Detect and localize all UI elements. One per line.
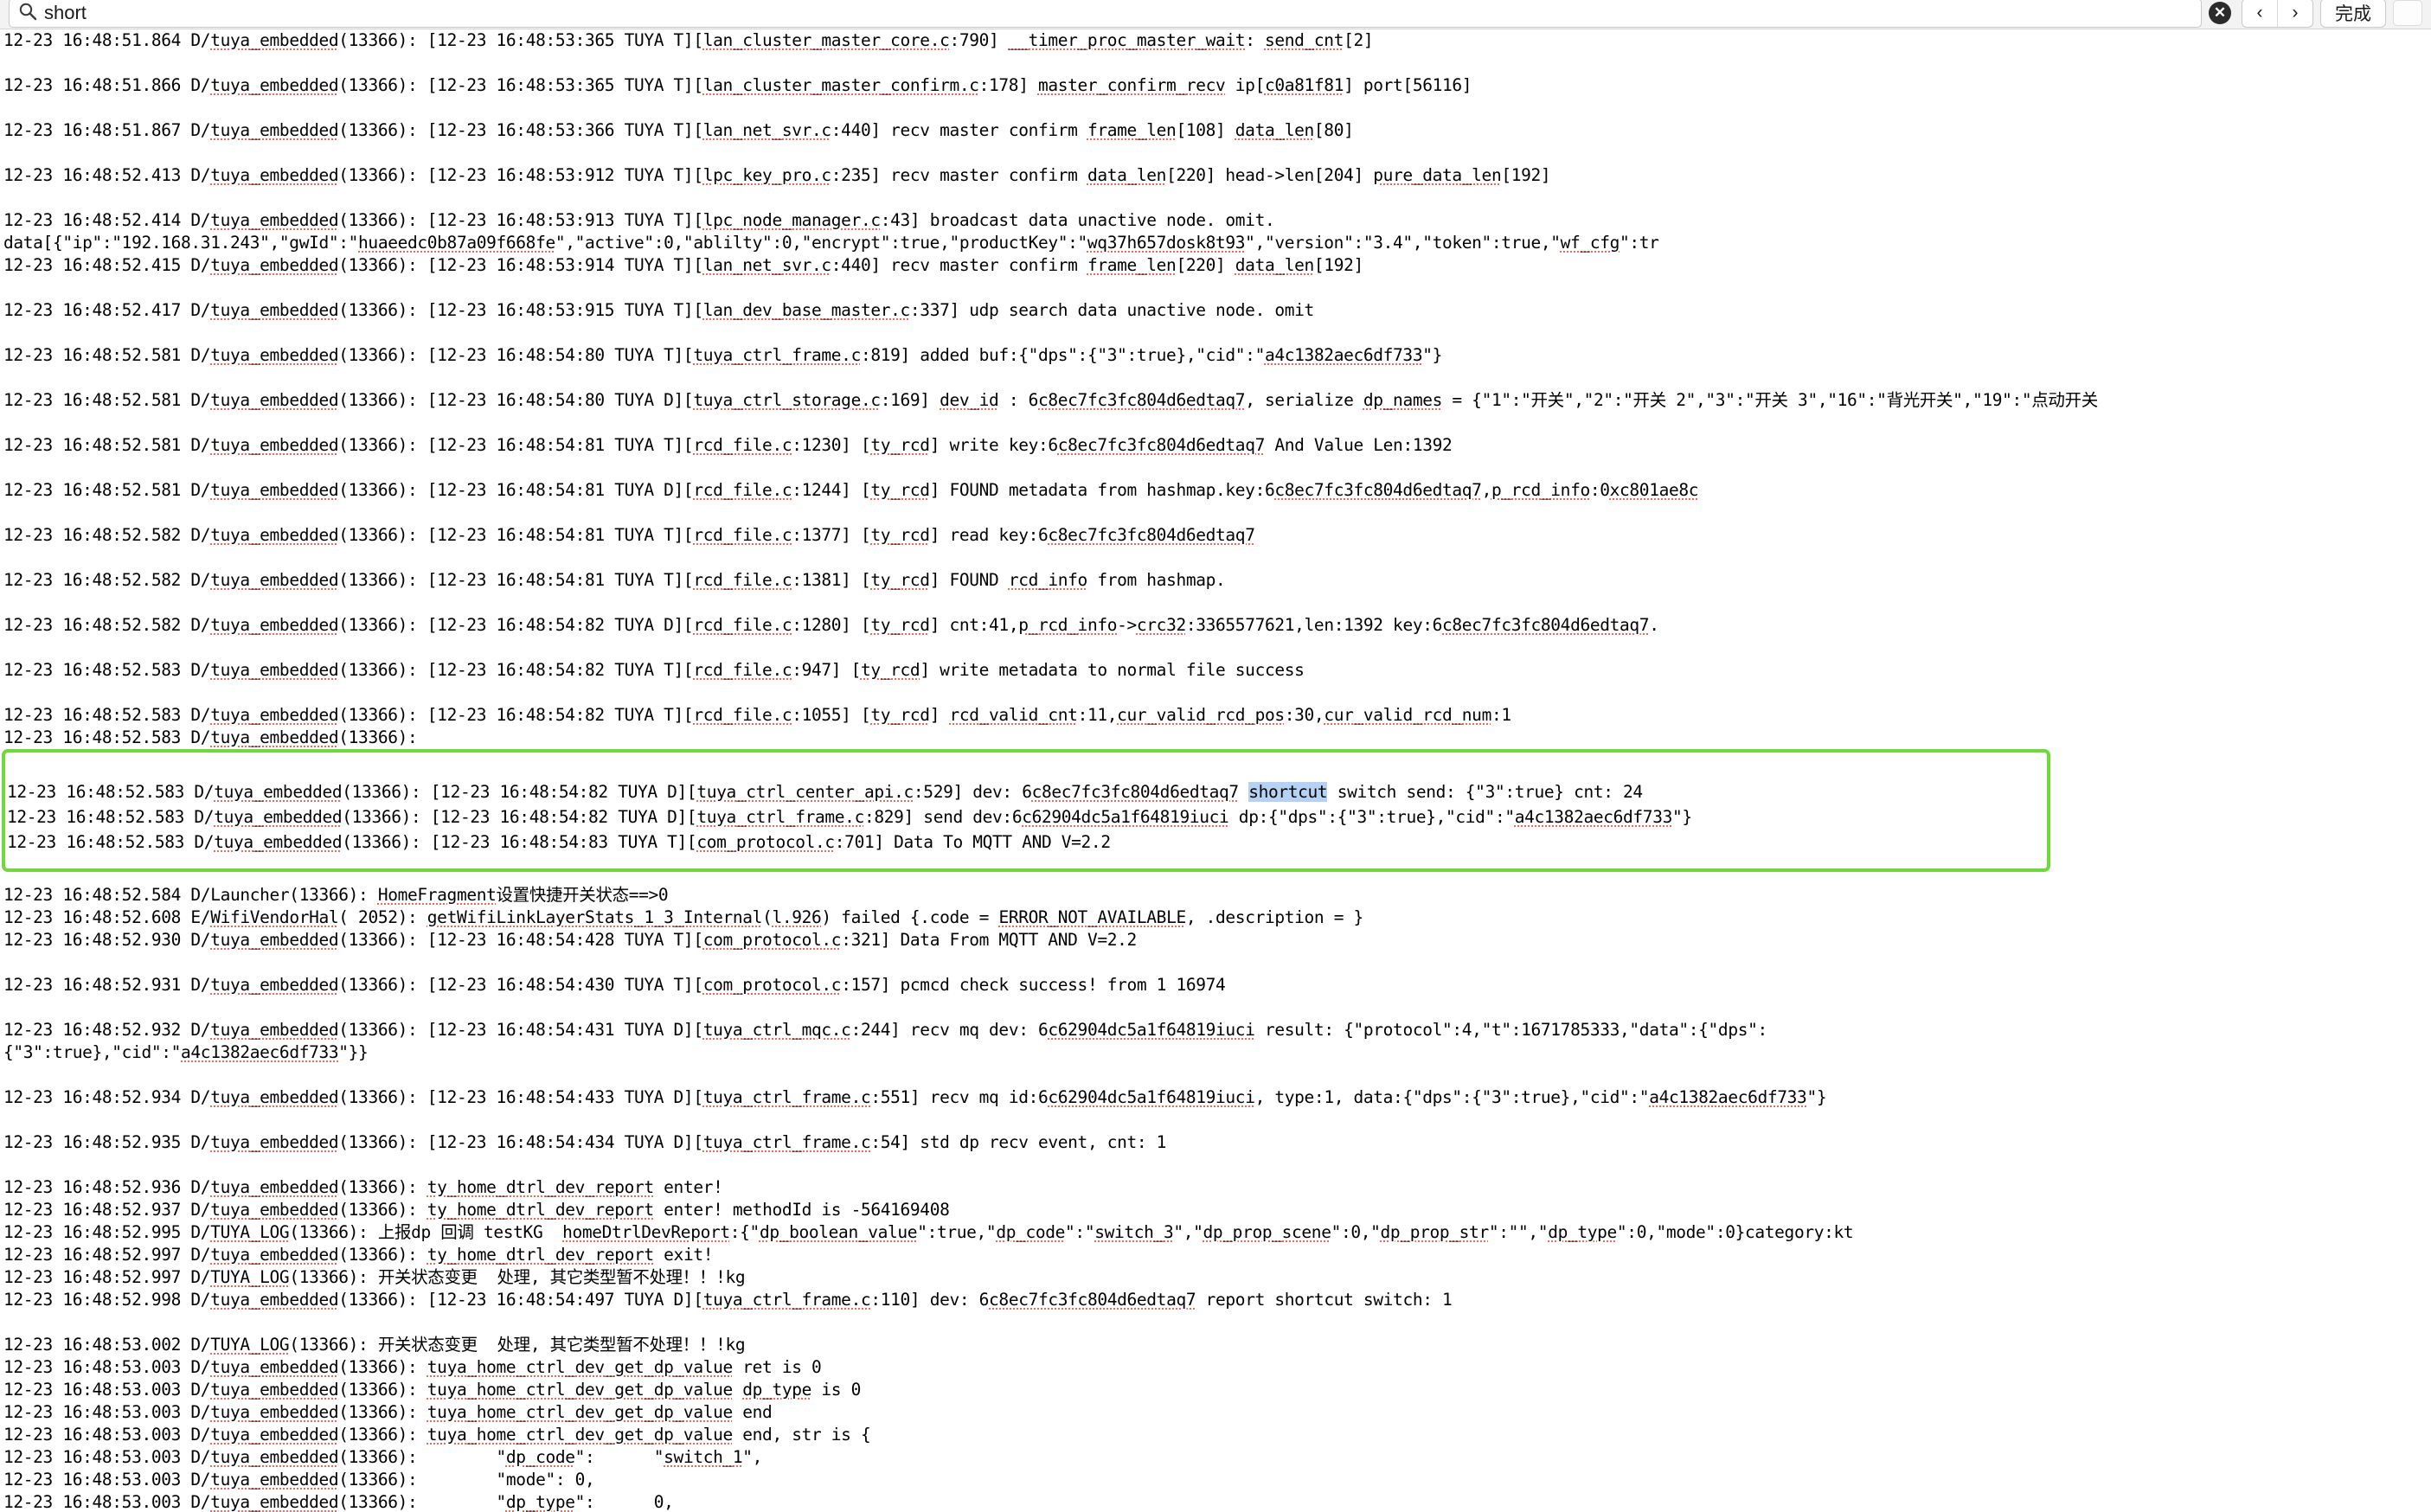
- log-line-blank: [3, 1154, 2431, 1176]
- log-line: 12-23 16:48:51.864 D/tuya_embedded(13366…: [3, 30, 1374, 50]
- log-line: 12-23 16:48:52.581 D/tuya_embedded(13366…: [3, 435, 1453, 455]
- log-line: 12-23 16:48:51.866 D/tuya_embedded(13366…: [3, 75, 1472, 95]
- log-line: 12-23 16:48:52.583 D/tuya_embedded(13366…: [3, 727, 418, 747]
- log-line: 12-23 16:48:52.582 D/tuya_embedded(13366…: [3, 615, 1659, 635]
- log-line: 12-23 16:48:52.931 D/tuya_embedded(13366…: [3, 975, 1226, 995]
- log-line: 12-23 16:48:52.930 D/tuya_embedded(13366…: [3, 930, 1137, 950]
- log-line-blank: [3, 547, 2431, 569]
- log-line: 12-23 16:48:52.581 D/tuya_embedded(13366…: [3, 390, 2098, 410]
- log-line: 12-23 16:48:52.414 D/tuya_embedded(13366…: [3, 210, 1275, 230]
- log-line: 12-23 16:48:52.997 D/tuya_embedded(13366…: [3, 1245, 714, 1265]
- log-line-blank: [3, 277, 2431, 299]
- log-line: 12-23 16:48:53.003 D/tuya_embedded(13366…: [3, 1447, 763, 1467]
- log-line-blank: [3, 1064, 2431, 1086]
- log-line-blank: [3, 996, 2431, 1019]
- log-line: 12-23 16:48:52.415 D/tuya_embedded(13366…: [3, 255, 1363, 275]
- highlighted-log-line: 12-23 16:48:52.583 D/tuya_embedded(13366…: [7, 832, 1111, 852]
- log-line: {"3":true},"cid":"a4c1382aec6df733"}}: [3, 1042, 369, 1062]
- log-line-blank: [3, 322, 2431, 344]
- log-line: 12-23 16:48:52.934 D/tuya_embedded(13366…: [3, 1087, 1827, 1107]
- log-line-blank: [3, 592, 2431, 614]
- log-line: 12-23 16:48:52.935 D/tuya_embedded(13366…: [3, 1132, 1167, 1152]
- log-line: 12-23 16:48:52.995 D/TUYA_LOG(13366): 上报…: [3, 1222, 1854, 1242]
- log-line: 12-23 16:48:52.582 D/tuya_embedded(13366…: [3, 570, 1226, 590]
- log-line: 12-23 16:48:52.997 D/TUYA_LOG(13366): 开关…: [3, 1267, 746, 1287]
- log-output-panel[interactable]: 12-23 16:48:51.864 D/tuya_embedded(13366…: [0, 29, 2431, 1512]
- log-line: 12-23 16:48:52.584 D/Launcher(13366): Ho…: [3, 885, 669, 905]
- log-line-blank: [3, 1311, 2431, 1334]
- log-line: 12-23 16:48:51.867 D/tuya_embedded(13366…: [3, 120, 1354, 140]
- log-line-list: 12-23 16:48:51.864 D/tuya_embedded(13366…: [3, 29, 2431, 1512]
- log-line-blank: [3, 457, 2431, 479]
- log-line: 12-23 16:48:52.581 D/tuya_embedded(13366…: [3, 480, 1699, 500]
- log-line-blank: [3, 52, 2431, 74]
- toolbar-overflow-placeholder[interactable]: [2393, 0, 2422, 26]
- log-line: 12-23 16:48:53.003 D/tuya_embedded(13366…: [3, 1470, 595, 1490]
- search-toolbar: short ✕ ‹ › 完成: [0, 0, 2431, 29]
- log-line-blank: [3, 749, 2431, 772]
- log-line: 12-23 16:48:52.998 D/tuya_embedded(13366…: [3, 1290, 1453, 1310]
- prev-match-button[interactable]: ‹: [2242, 0, 2277, 27]
- log-line-blank: [3, 637, 2431, 659]
- search-match-highlight: shortcut: [1248, 782, 1328, 802]
- next-match-button[interactable]: ›: [2278, 0, 2312, 27]
- done-button[interactable]: 完成: [2320, 0, 2386, 28]
- log-line: 12-23 16:48:53.003 D/tuya_embedded(13366…: [3, 1402, 773, 1422]
- log-line: 12-23 16:48:52.581 D/tuya_embedded(13366…: [3, 345, 1442, 365]
- search-nav-group: ‹ ›: [2242, 0, 2313, 28]
- highlighted-log-line: 12-23 16:48:52.583 D/tuya_embedded(13366…: [7, 807, 1692, 827]
- log-line: 12-23 16:48:52.583 D/tuya_embedded(13366…: [3, 660, 1305, 680]
- clear-search-icon[interactable]: ✕: [2209, 1, 2231, 24]
- log-line-blank: [3, 412, 2431, 434]
- log-line: 12-23 16:48:53.003 D/tuya_embedded(13366…: [3, 1425, 871, 1445]
- log-line-blank: [3, 367, 2431, 389]
- log-line-blank: [3, 1109, 2431, 1131]
- search-input-value: short: [44, 1, 87, 23]
- search-input[interactable]: short: [9, 0, 2202, 28]
- log-line: 12-23 16:48:52.582 D/tuya_embedded(13366…: [3, 525, 1255, 545]
- log-line: 12-23 16:48:52.413 D/tuya_embedded(13366…: [3, 165, 1551, 185]
- log-line: 12-23 16:48:53.003 D/tuya_embedded(13366…: [3, 1357, 822, 1377]
- log-line: 12-23 16:48:52.936 D/tuya_embedded(13366…: [3, 1177, 723, 1197]
- log-line-blank: [3, 187, 2431, 209]
- log-line: 12-23 16:48:52.937 D/tuya_embedded(13366…: [3, 1200, 950, 1220]
- log-line: 12-23 16:48:53.003 D/tuya_embedded(13366…: [3, 1492, 674, 1512]
- log-line: 12-23 16:48:52.417 D/tuya_embedded(13366…: [3, 300, 1314, 320]
- log-line-blank: [3, 682, 2431, 704]
- search-icon: [18, 2, 37, 24]
- log-line: data[{"ip":"192.168.31.243","gwId":"huae…: [3, 233, 1659, 253]
- highlighted-log-line: 12-23 16:48:52.583 D/tuya_embedded(13366…: [7, 782, 1643, 802]
- log-line: 12-23 16:48:52.932 D/tuya_embedded(13366…: [3, 1020, 1767, 1040]
- log-line-blank: [3, 142, 2431, 164]
- log-line-blank: [3, 502, 2431, 524]
- log-line: 12-23 16:48:52.608 E/WifiVendorHal( 2052…: [3, 907, 1363, 927]
- log-line: 12-23 16:48:53.003 D/tuya_embedded(13366…: [3, 1380, 861, 1400]
- log-line-blank: [3, 97, 2431, 119]
- log-line: 12-23 16:48:52.583 D/tuya_embedded(13366…: [3, 705, 1511, 725]
- log-line-blank: [3, 951, 2431, 974]
- log-line: 12-23 16:48:53.002 D/TUYA_LOG(13366): 开关…: [3, 1335, 746, 1355]
- log-line-blank: [3, 862, 2431, 884]
